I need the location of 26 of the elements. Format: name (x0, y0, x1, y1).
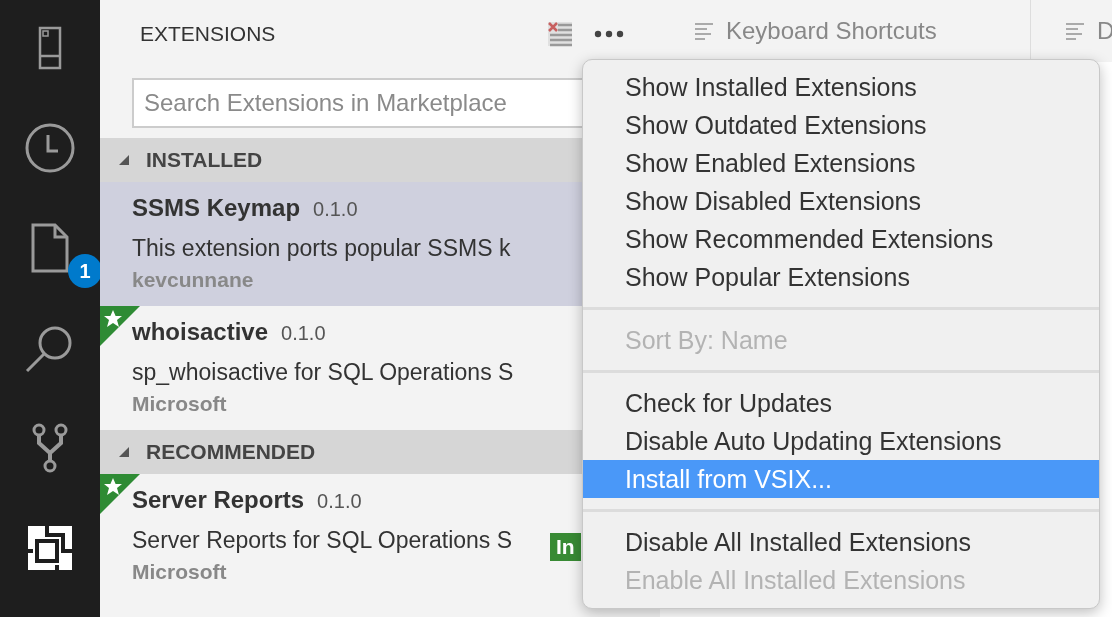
extension-name: SSMS Keymap (132, 194, 301, 222)
install-button[interactable]: In (550, 533, 581, 561)
menu-item[interactable]: Disable All Installed Extensions (583, 523, 1099, 561)
panel-title: EXTENSIONS (140, 22, 277, 46)
lines-icon (694, 22, 714, 40)
menu-item: Enable All Installed Extensions (624, 565, 967, 596)
menu-item: Sort By: Name (624, 325, 789, 356)
count-badge: 1 (68, 254, 102, 288)
extension-version: 0.1.0 (281, 322, 326, 345)
extension-name: whoisactive (132, 318, 269, 346)
clock-icon[interactable] (23, 121, 77, 175)
extension-publisher: Microsoft (132, 391, 227, 417)
extension-description: sp_whoisactive for SQL Operations S (132, 358, 514, 387)
menu-item[interactable]: Check for Updates (583, 384, 1099, 422)
extension-description: Server Reports for SQL Operations S (132, 526, 513, 555)
extension-version: 0.1.0 (313, 198, 358, 221)
extension-publisher: Microsoft (132, 559, 227, 585)
extension-name: Server Reports (132, 486, 305, 514)
section-title: INSTALLED (146, 148, 263, 172)
extension-version: 0.1.0 (317, 490, 362, 513)
lines-icon (1065, 22, 1085, 40)
extension-description: This extension ports popular SSMS k (132, 234, 511, 263)
clear-list-icon[interactable] (546, 20, 574, 48)
section-title: RECOMMENDED (146, 440, 316, 464)
more-icon (594, 30, 624, 38)
extension-publisher: kevcunnane (132, 267, 254, 293)
